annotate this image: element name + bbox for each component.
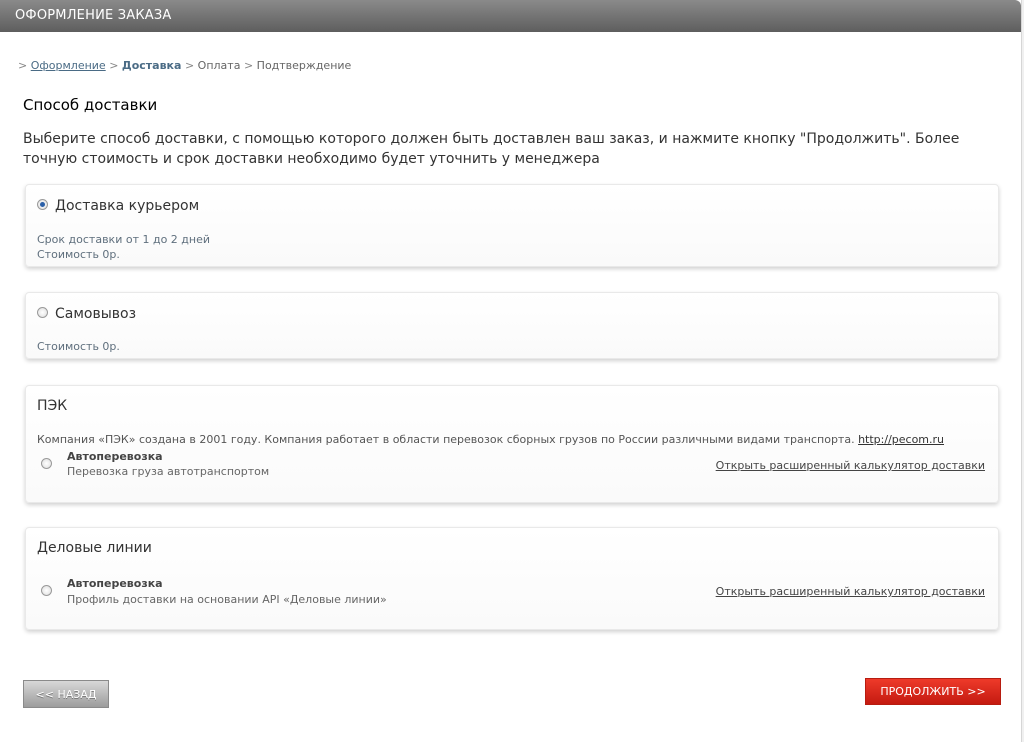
dl-service-name[interactable]: Автоперевозка (67, 577, 163, 590)
courier-radio[interactable] (37, 199, 48, 210)
breadcrumb-separator: > (109, 59, 119, 72)
pek-description: Компания «ПЭК» создана в 2001 году. Комп… (37, 433, 855, 446)
breadcrumb-step-delivery: Доставка (121, 59, 182, 72)
dl-calculator-link[interactable]: Открыть расширенный калькулятор доставки (716, 585, 985, 598)
pek-service-desc: Перевозка груза автотранспортом (67, 465, 270, 478)
pek-service-name[interactable]: Автоперевозка (67, 450, 163, 463)
page-title: Способ доставки (23, 96, 158, 114)
delivery-option-courier[interactable]: Доставка курьером Срок доставки от 1 до … (25, 184, 999, 267)
breadcrumb-separator: > (243, 59, 254, 72)
pek-description-block: Компания «ПЭК» создана в 2001 году. Комп… (37, 433, 944, 446)
intro-text: Выберите способ доставки, с помощью кото… (23, 131, 960, 167)
pek-service-radio[interactable] (41, 458, 52, 469)
back-button[interactable]: << НАЗАД (23, 680, 109, 708)
pickup-label[interactable]: Самовывоз (55, 306, 136, 322)
delivery-company-pek: ПЭК Компания «ПЭК» создана в 2001 году. … (25, 385, 999, 503)
delivery-option-pickup[interactable]: Самовывоз Стоимость 0р. (25, 292, 999, 359)
breadcrumb-step-confirmation: Подтверждение (256, 59, 352, 72)
pek-calculator-link[interactable]: Открыть расширенный калькулятор доставки (716, 459, 985, 472)
dl-service-radio[interactable] (41, 585, 52, 596)
pickup-cost: Стоимость 0р. (37, 340, 120, 353)
pek-site-link[interactable]: http://pecom.ru (858, 433, 944, 446)
pickup-radio[interactable] (37, 307, 48, 318)
delivery-company-dl: Деловые линии Автоперевозка Профиль дост… (25, 527, 999, 630)
breadcrumb-step-checkout[interactable]: Оформление (31, 59, 106, 72)
dl-service-desc: Профиль доставки на основании API «Делов… (67, 593, 387, 606)
breadcrumb: > Оформление > Доставка > Оплата > Подтв… (18, 59, 351, 72)
courier-label[interactable]: Доставка курьером (55, 198, 199, 214)
breadcrumb-separator: > (184, 59, 195, 72)
pek-company-name: ПЭК (37, 398, 68, 414)
header-bar: ОФОРМЛЕНИЕ ЗАКАЗА (0, 0, 1021, 32)
courier-cost: Стоимость 0р. (37, 248, 120, 261)
continue-button[interactable]: ПРОДОЛЖИТЬ >> (865, 678, 1001, 705)
order-panel: ОФОРМЛЕНИЕ ЗАКАЗА > Оформление > Доставк… (0, 0, 1022, 742)
breadcrumb-step-payment: Оплата (197, 59, 241, 72)
header-title: ОФОРМЛЕНИЕ ЗАКАЗА (15, 8, 172, 23)
dl-company-name: Деловые линии (37, 540, 152, 556)
courier-term: Срок доставки от 1 до 2 дней (37, 233, 211, 246)
breadcrumb-prefix: > (18, 59, 28, 72)
